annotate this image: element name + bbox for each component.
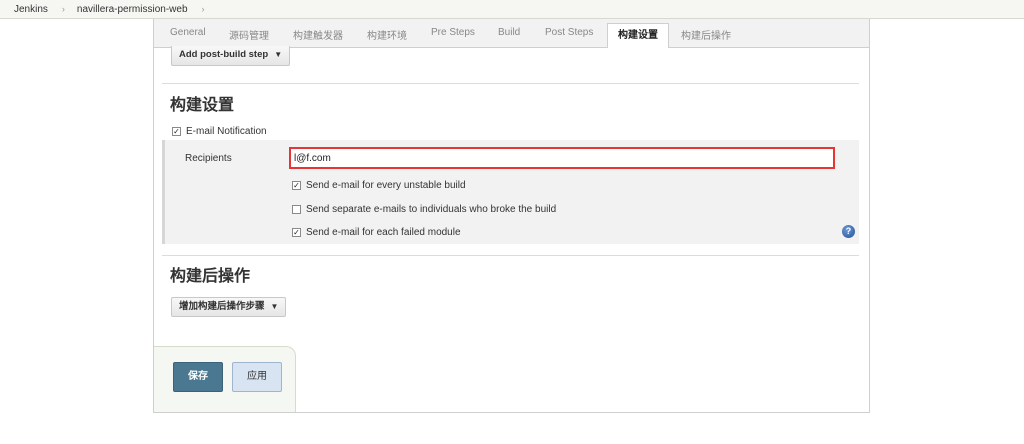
tab-post-build-actions[interactable]: 构建后操作 (681, 27, 731, 42)
breadcrumb-project[interactable]: navillera-permission-web (77, 4, 188, 15)
caret-down-icon: ▼ (274, 50, 283, 59)
email-notification-checkbox[interactable]: ✓ (172, 127, 181, 136)
add-post-build-action-label: 增加构建后操作步骤 (179, 301, 265, 312)
add-post-build-action-button[interactable]: 增加构建后操作步骤 ▼ (171, 297, 287, 317)
post-build-actions-title: 构建后操作 (170, 268, 251, 285)
add-post-build-step-label: Add post-build step (179, 49, 269, 60)
tab-build-settings[interactable]: 构建设置 (607, 23, 669, 48)
tab-pre-steps[interactable]: Pre Steps (431, 27, 475, 38)
tab-build-triggers[interactable]: 构建触发器 (293, 27, 343, 42)
separate-emails-checkbox[interactable] (292, 205, 301, 214)
unstable-build-label: Send e-mail for every unstable build (306, 180, 466, 191)
tab-build[interactable]: Build (498, 27, 520, 38)
breadcrumb: Jenkins › navillera-permission-web › (0, 0, 1024, 19)
separate-emails-label: Send separate e-mails to individuals who… (306, 204, 557, 215)
divider (162, 83, 859, 84)
tab-build-environment[interactable]: 构建环境 (367, 27, 407, 42)
recipients-label: Recipients (185, 153, 232, 164)
tab-post-steps[interactable]: Post Steps (545, 27, 593, 38)
tab-source-code[interactable]: 源码管理 (229, 27, 269, 42)
help-icon[interactable]: ? (842, 225, 855, 238)
config-panel: General 源码管理 构建触发器 构建环境 Pre Steps Build … (153, 19, 870, 413)
build-settings-title: 构建设置 (170, 97, 235, 114)
divider (162, 255, 859, 256)
breadcrumb-separator-icon[interactable]: › (202, 4, 205, 14)
email-notification-label: E-mail Notification (186, 126, 267, 137)
config-tabs: General 源码管理 构建触发器 构建环境 Pre Steps Build … (154, 19, 869, 48)
tab-general[interactable]: General (170, 27, 206, 38)
apply-button[interactable]: 应用 (232, 362, 282, 392)
failed-module-checkbox[interactable]: ✓ (292, 228, 301, 237)
unstable-build-checkbox[interactable]: ✓ (292, 181, 301, 190)
caret-down-icon: ▼ (270, 302, 279, 311)
add-post-build-step-button[interactable]: Add post-build step ▼ (171, 46, 291, 66)
save-button[interactable]: 保存 (173, 362, 223, 392)
form-actions-bar: 保存 应用 (154, 346, 296, 412)
breadcrumb-jenkins[interactable]: Jenkins (14, 4, 48, 15)
recipients-input[interactable] (289, 147, 835, 169)
breadcrumb-separator-icon[interactable]: › (62, 4, 65, 14)
failed-module-label: Send e-mail for each failed module (306, 227, 461, 238)
